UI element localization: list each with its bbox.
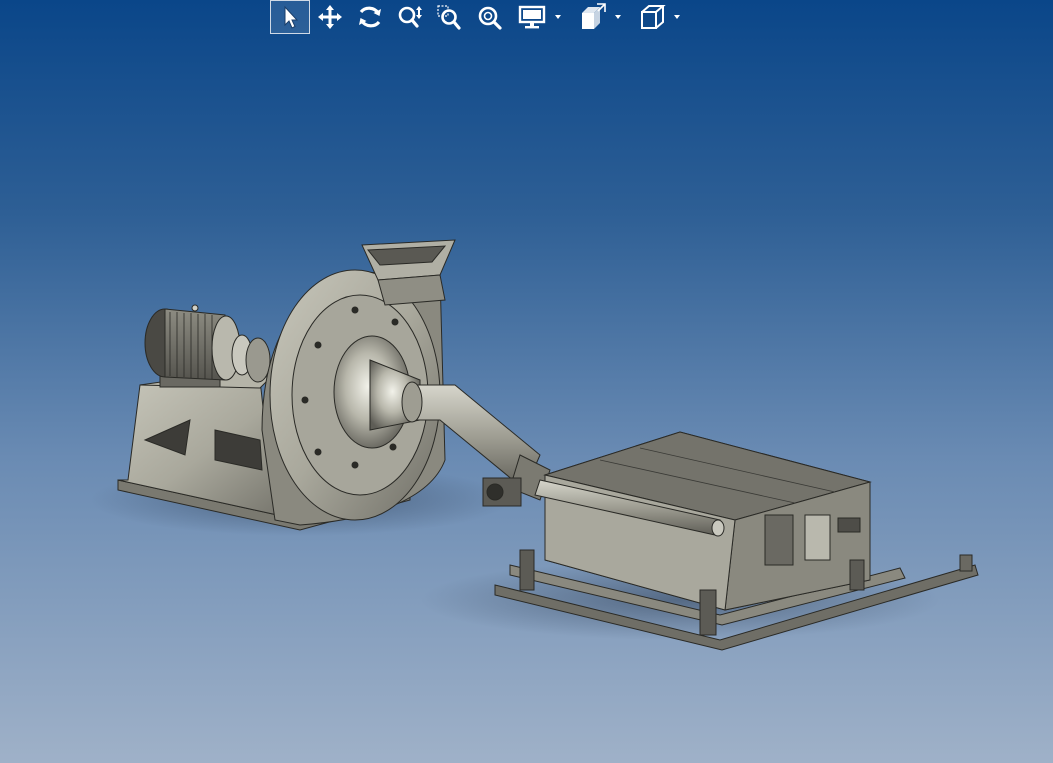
centrifugal-fan-housing	[261, 239, 456, 526]
electric-motor	[144, 304, 271, 388]
cad-model-scene[interactable]	[0, 0, 1053, 763]
3d-viewport[interactable]	[0, 0, 1053, 763]
